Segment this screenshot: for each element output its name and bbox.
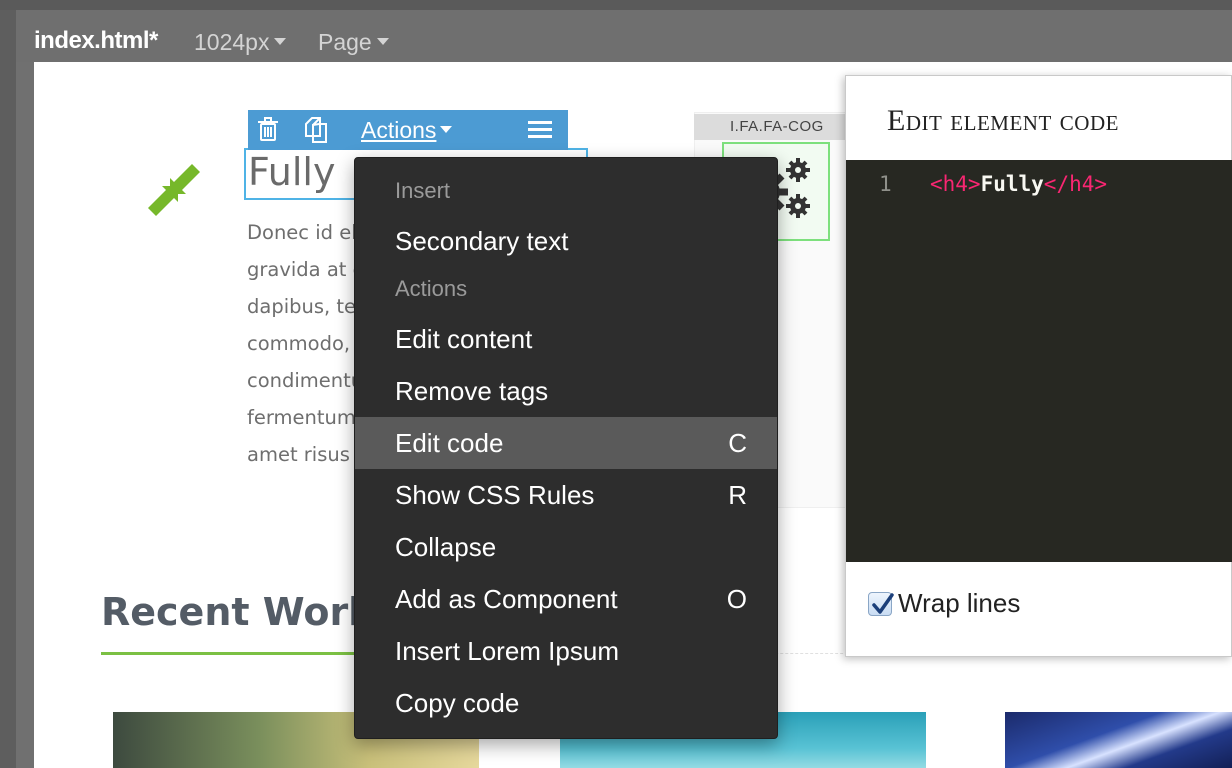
section-title[interactable]: Recent Works [101,590,396,634]
compress-arrows-icon [148,164,200,216]
panel-title: Edit element code [887,104,1119,137]
menu-item-add-as-component[interactable]: Add as Component O [355,573,777,625]
menu-item-collapse[interactable]: Collapse [355,521,777,573]
menu-item-label: Secondary text [395,226,569,256]
menu-header-actions: Actions [395,276,468,301]
app-frame: index.html* 1024px Page Fully Actions Do… [0,0,1232,768]
menu-item-label: Show CSS Rules [395,480,595,510]
menu-shortcut: R [728,480,747,510]
menu-item-label: Insert Lorem Ipsum [395,636,619,666]
code-open-tag: <h4> [930,172,981,196]
chevron-down-icon [440,126,453,134]
editor-topbar: index.html* 1024px Page [16,10,1232,62]
menu-item-copy-code[interactable]: Copy code [355,677,777,729]
trash-icon[interactable] [254,116,282,144]
actions-dropdown[interactable]: Actions [361,117,453,144]
menu-item-edit-content[interactable]: Edit content [355,313,777,365]
edit-code-panel: Edit element code 1 <h4>Fully</h4> Wrap … [845,75,1232,657]
menu-item-label: Copy code [395,688,520,718]
menu-item-edit-code[interactable]: Edit code C [355,417,777,469]
duplicate-icon[interactable] [302,116,330,144]
menu-item-insert-lorem-ipsum[interactable]: Insert Lorem Ipsum [355,625,777,677]
heading-fully[interactable]: Fully [248,150,335,194]
menu-header-insert: Insert [395,178,451,203]
cog-selector-label: I.FA.FA-COG [694,114,854,140]
frame-top-edge [0,0,1232,10]
line-number: 1 [879,172,892,196]
actions-label: Actions [361,117,437,143]
menu-shortcut: O [726,584,747,614]
viewport-width-dropdown[interactable]: 1024px [194,29,287,56]
frame-left-edge [0,10,16,768]
code-line: <h4>Fully</h4> [930,172,1107,196]
code-close-tag: </h4> [1043,172,1108,196]
wrap-lines-checkbox[interactable] [868,592,894,616]
menu-item-label: Edit code [395,428,504,458]
hamburger-menu-icon[interactable] [526,116,554,144]
file-name[interactable]: index.html* [34,27,158,55]
menu-item-label: Add as Component [395,584,618,614]
work-thumbnail[interactable] [1005,712,1232,768]
chevron-down-icon [274,38,287,46]
code-editor[interactable]: 1 <h4>Fully</h4> [846,160,1232,562]
context-menu: Insert Secondary text Actions Edit conte… [354,157,778,739]
menu-item-label: Collapse [395,532,497,562]
menu-item-secondary-text[interactable]: Secondary text [355,215,777,267]
menu-item-remove-tags[interactable]: Remove tags [355,365,777,417]
menu-item-label: Edit content [395,324,533,354]
page-dropdown[interactable]: Page [318,29,389,56]
menu-shortcut: C [728,428,747,458]
chevron-down-icon [376,38,389,46]
page-dropdown-value: Page [318,29,372,55]
wrap-lines-label: Wrap lines [898,588,1021,618]
code-text: Fully [980,172,1044,196]
menu-item-show-css-rules[interactable]: Show CSS Rules R [355,469,777,521]
checkmark-icon [872,593,894,614]
viewport-width-value: 1024px [194,29,270,55]
element-toolbar: Actions [248,110,568,150]
menu-item-label: Remove tags [395,376,549,406]
